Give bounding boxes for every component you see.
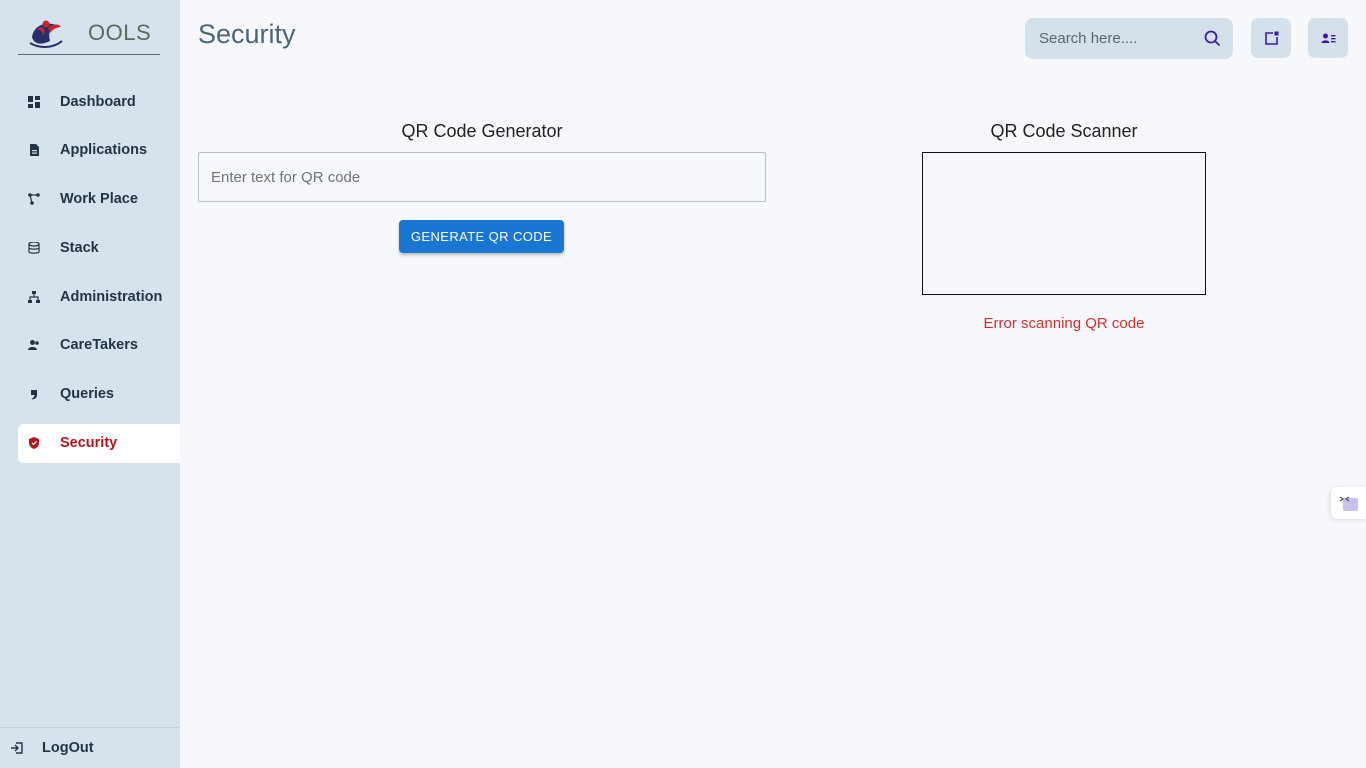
qr-scanner-viewport[interactable]	[922, 152, 1206, 295]
sidebar-item-label: Security	[60, 435, 118, 452]
logout-button[interactable]: LogOut	[0, 727, 180, 768]
qr-scanner-title: QR Code Scanner	[990, 121, 1138, 141]
database-icon	[28, 241, 40, 254]
sidebar-item-label: Dashboard	[60, 93, 136, 110]
edit-note-icon	[1264, 31, 1278, 45]
sidebar-item-applications[interactable]: Applications	[18, 131, 180, 170]
qr-generator-title: QR Code Generator	[401, 121, 563, 141]
scan-error-message: Error scanning QR code	[983, 315, 1145, 332]
sidebar-item-label: Administration	[60, 288, 163, 305]
brand-text: OOLS	[88, 20, 152, 45]
sidebar: OOLS Dashboard Applications Work Place S…	[0, 0, 180, 768]
logout-label: LogOut	[42, 740, 94, 756]
search-input[interactable]	[1039, 30, 1199, 47]
assistant-icon	[1339, 496, 1358, 511]
workflow-icon	[28, 193, 40, 205]
sidebar-item-queries[interactable]: Queries	[18, 375, 180, 414]
floating-assistant-button[interactable]	[1331, 487, 1366, 519]
logo-icon	[29, 20, 63, 48]
sidebar-item-label: Applications	[60, 142, 148, 159]
sidebar-item-dashboard[interactable]: Dashboard	[18, 82, 180, 121]
sidebar-item-label: CareTakers	[60, 337, 138, 354]
generate-qr-button[interactable]: GENERATE QR CODE	[399, 220, 564, 253]
sidebar-nav: Dashboard Applications Work Place Stack …	[18, 82, 180, 472]
users-icon	[28, 339, 40, 351]
sidebar-item-stack[interactable]: Stack	[18, 228, 180, 267]
sidebar-item-caretakers[interactable]: CareTakers	[18, 326, 180, 365]
logout-icon	[10, 741, 24, 755]
brand[interactable]: OOLS	[18, 12, 160, 55]
search-box	[1025, 18, 1233, 59]
profile-button[interactable]	[1308, 18, 1348, 58]
sidebar-item-administration[interactable]: Administration	[18, 277, 180, 316]
search-icon[interactable]	[1204, 30, 1221, 47]
page-title: Security	[198, 19, 296, 49]
document-icon	[28, 144, 40, 157]
sidebar-item-label: Queries	[60, 386, 114, 403]
hierarchy-icon	[28, 290, 40, 303]
qr-text-input[interactable]	[198, 152, 766, 202]
dashboard-icon	[28, 95, 40, 108]
sidebar-item-label: Work Place	[60, 191, 138, 208]
sidebar-item-label: Stack	[60, 239, 99, 256]
shield-icon	[28, 437, 40, 450]
notes-button[interactable]	[1251, 18, 1291, 58]
sidebar-item-security[interactable]: Security	[18, 423, 180, 463]
contact-card-icon	[1321, 33, 1335, 43]
quote-icon	[28, 388, 40, 400]
sidebar-item-work-place[interactable]: Work Place	[18, 180, 180, 219]
